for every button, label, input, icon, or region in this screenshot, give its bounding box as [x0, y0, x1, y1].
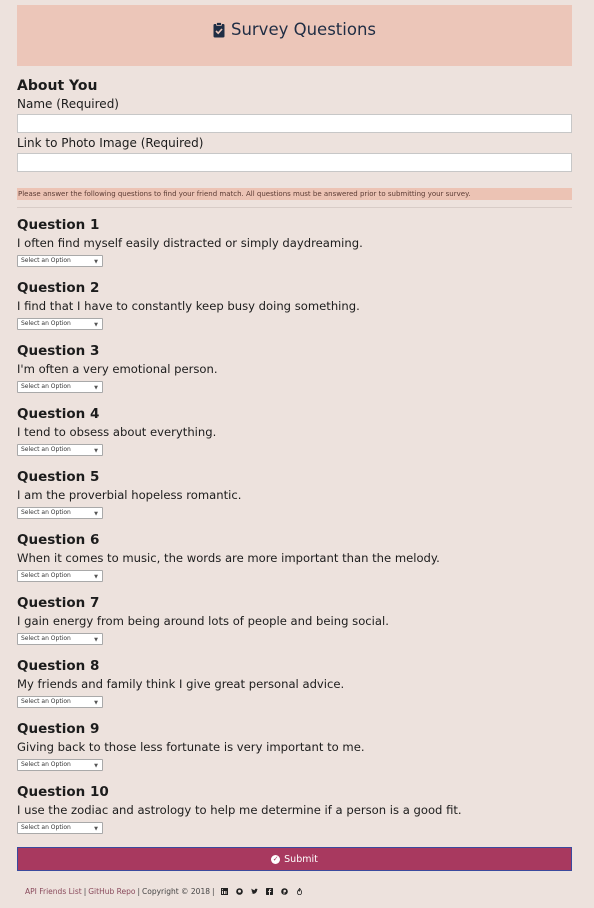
chevron-down-icon: ▼: [94, 700, 98, 706]
select-value: Select an Option: [21, 320, 71, 327]
question-2: Question 2 I find that I have to constan…: [17, 280, 572, 343]
question-3: Question 3 I'm often a very emotional pe…: [17, 343, 572, 406]
question-title: Question 9: [17, 721, 100, 737]
questions-list: Question 1 I often find myself easily di…: [17, 217, 572, 847]
question-text: I tend to obsess about everything.: [17, 425, 217, 439]
question-title: Question 3: [17, 343, 100, 359]
chevron-down-icon: ▼: [94, 511, 98, 517]
question-title: Question 4: [17, 406, 100, 422]
answer-select[interactable]: Select an Option ▼: [17, 255, 103, 267]
survey-notice: Please answer the following questions to…: [17, 188, 572, 200]
question-5: Question 5 I am the proverbial hopeless …: [17, 469, 572, 532]
github-icon[interactable]: [235, 888, 243, 895]
answer-select[interactable]: Select an Option ▼: [17, 318, 103, 330]
question-text: I find that I have to constantly keep bu…: [17, 299, 360, 313]
question-title: Question 2: [17, 280, 100, 296]
question-text: When it comes to music, the words are mo…: [17, 551, 440, 565]
select-value: Select an Option: [21, 698, 71, 705]
twitter-icon[interactable]: [250, 888, 258, 895]
chevron-down-icon: ▼: [94, 448, 98, 454]
question-text: My friends and family think I give great…: [17, 677, 345, 691]
select-value: Select an Option: [21, 761, 71, 768]
question-9: Question 9 Giving back to those less for…: [17, 721, 572, 784]
select-value: Select an Option: [21, 635, 71, 642]
answer-select[interactable]: Select an Option ▼: [17, 822, 103, 834]
question-10: Question 10 I use the zodiac and astrolo…: [17, 784, 572, 847]
photo-link-input[interactable]: [17, 153, 572, 172]
answer-select[interactable]: Select an Option ▼: [17, 507, 103, 519]
question-text: Giving back to those less fortunate is v…: [17, 740, 365, 754]
page-header: Survey Questions: [17, 5, 572, 66]
about-section: About You Name (Required) Link to Photo …: [17, 78, 572, 175]
submit-label: Submit: [284, 853, 318, 865]
question-text: I use the zodiac and astrology to help m…: [17, 803, 462, 817]
question-6: Question 6 When it comes to music, the w…: [17, 532, 572, 595]
chevron-down-icon: ▼: [94, 574, 98, 580]
answer-select[interactable]: Select an Option ▼: [17, 444, 103, 456]
answer-select[interactable]: Select an Option ▼: [17, 381, 103, 393]
select-value: Select an Option: [21, 446, 71, 453]
copyright-text: Copyright © 2018: [142, 887, 211, 896]
question-8: Question 8 My friends and family think I…: [17, 658, 572, 721]
question-title: Question 8: [17, 658, 100, 674]
question-title: Question 1: [17, 217, 100, 233]
chevron-down-icon: ▼: [94, 385, 98, 391]
question-title: Question 6: [17, 532, 100, 548]
question-4: Question 4 I tend to obsess about everyt…: [17, 406, 572, 469]
chevron-down-icon: ▼: [94, 826, 98, 832]
submit-button[interactable]: ✓ Submit: [17, 847, 572, 871]
separator: |: [83, 887, 87, 896]
fire-icon[interactable]: [296, 886, 303, 896]
answer-select[interactable]: Select an Option ▼: [17, 570, 103, 582]
page-title: Survey Questions: [230, 20, 377, 39]
separator: |: [137, 887, 140, 896]
api-friends-link[interactable]: API Friends List: [25, 887, 82, 896]
question-title: Question 10: [17, 784, 109, 800]
name-input[interactable]: [17, 114, 572, 133]
question-text: I'm often a very emotional person.: [17, 362, 218, 376]
answer-select[interactable]: Select an Option ▼: [17, 759, 103, 771]
question-text: I often find myself easily distracted or…: [17, 236, 363, 250]
question-7: Question 7 I gain energy from being arou…: [17, 595, 572, 658]
answer-select[interactable]: Select an Option ▼: [17, 696, 103, 708]
facebook-icon[interactable]: [265, 888, 273, 895]
divider: [17, 207, 572, 208]
chevron-down-icon: ▼: [94, 763, 98, 769]
select-value: Select an Option: [21, 383, 71, 390]
select-value: Select an Option: [21, 824, 71, 831]
about-heading: About You: [17, 78, 98, 94]
check-circle-icon: ✓: [271, 854, 281, 864]
clipboard-check-icon: [213, 21, 225, 38]
question-title: Question 7: [17, 595, 100, 611]
linkedin-icon[interactable]: [220, 888, 228, 895]
pinterest-icon[interactable]: [280, 888, 288, 895]
select-value: Select an Option: [21, 572, 71, 579]
select-value: Select an Option: [21, 509, 71, 516]
select-value: Select an Option: [21, 257, 71, 264]
answer-select[interactable]: Select an Option ▼: [17, 633, 103, 645]
question-text: I gain energy from being around lots of …: [17, 614, 389, 628]
chevron-down-icon: ▼: [94, 322, 98, 328]
question-title: Question 5: [17, 469, 100, 485]
name-label: Name (Required): [17, 97, 119, 111]
photo-link-label: Link to Photo Image (Required): [17, 136, 204, 150]
question-text: I am the proverbial hopeless romantic.: [17, 488, 242, 502]
github-repo-link[interactable]: GitHub Repo: [88, 887, 135, 896]
footer: API Friends List | GitHub Repo | Copyrig…: [25, 886, 303, 896]
separator: |: [212, 887, 215, 896]
chevron-down-icon: ▼: [94, 637, 98, 643]
question-1: Question 1 I often find myself easily di…: [17, 217, 572, 280]
chevron-down-icon: ▼: [94, 259, 98, 265]
